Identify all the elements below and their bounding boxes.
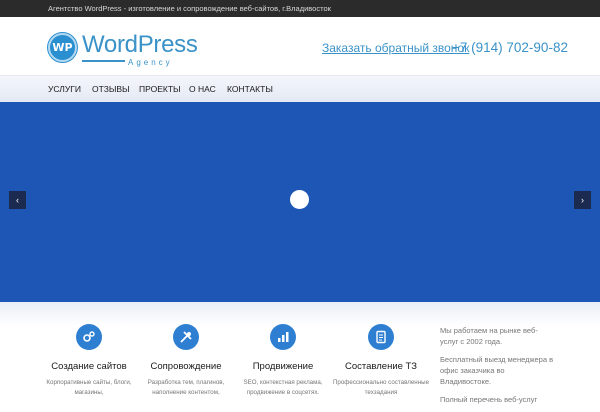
- tools-icon: [173, 324, 199, 350]
- phone-number[interactable]: +7 (914) 702-90-82: [452, 40, 568, 55]
- nav-item-reviews[interactable]: ОТЗЫВЫ: [92, 84, 130, 94]
- service-title: Сопровождение: [150, 361, 222, 372]
- gears-icon: [76, 324, 102, 350]
- services-section: Создание сайтов Корпоративные сайты, бло…: [0, 302, 600, 404]
- about-text-block: Мы работаем на рынке веб-услуг с 2002 го…: [440, 325, 555, 412]
- slider-pagination-dot[interactable]: [290, 190, 309, 209]
- site-header: WP WordPress Agency Заказать обратный зв…: [0, 17, 600, 75]
- top-info-text: Агентство WordPress - изготовление и соп…: [48, 4, 331, 13]
- top-info-bar: Агентство WordPress - изготовление и соп…: [0, 0, 600, 17]
- main-nav: УСЛУГИ ОТЗЫВЫ ПРОЕКТЫ О НАС КОНТАКТЫ: [0, 75, 600, 102]
- nav-item-services[interactable]: УСЛУГИ: [48, 84, 81, 94]
- hero-slider: ‹ ›: [0, 102, 600, 302]
- service-title: Составление ТЗ: [345, 361, 417, 372]
- document-icon: [368, 324, 394, 350]
- logo-tagline: Agency: [128, 58, 173, 67]
- about-paragraph: Мы работаем на рынке веб-услуг с 2002 го…: [440, 326, 538, 346]
- logo-badge-icon: WP: [48, 33, 77, 62]
- chevron-right-icon[interactable]: ›: [574, 191, 591, 209]
- service-desc: Профессионально составленные техзадания: [332, 379, 430, 396]
- nav-item-about[interactable]: О НАС: [189, 84, 216, 94]
- logo-underline: [82, 60, 125, 62]
- service-title: Продвижение: [252, 361, 314, 372]
- logo-wordmark: WordPress: [82, 31, 198, 58]
- nav-item-contacts[interactable]: КОНТАКТЫ: [227, 84, 273, 94]
- about-paragraph: Бесплатный выезд менеджера в офис заказч…: [440, 355, 554, 386]
- bar-chart-icon: [270, 324, 296, 350]
- nav-item-projects[interactable]: ПРОЕКТЫ: [139, 84, 181, 94]
- chevron-left-icon[interactable]: ‹: [9, 191, 26, 209]
- service-title: Создание сайтов: [51, 361, 127, 372]
- site-logo[interactable]: WP WordPress Agency: [48, 31, 198, 69]
- service-desc: Корпоративные сайты, блоги, магазины,: [46, 379, 132, 396]
- service-desc: Разработка тем, плагинов, наполнение кон…: [147, 379, 225, 396]
- service-desc: SEO, контекстная реклама, продвижение в …: [243, 379, 323, 396]
- logo-badge-text: WP: [52, 41, 73, 54]
- callback-link[interactable]: Заказать обратный звонок: [322, 41, 469, 55]
